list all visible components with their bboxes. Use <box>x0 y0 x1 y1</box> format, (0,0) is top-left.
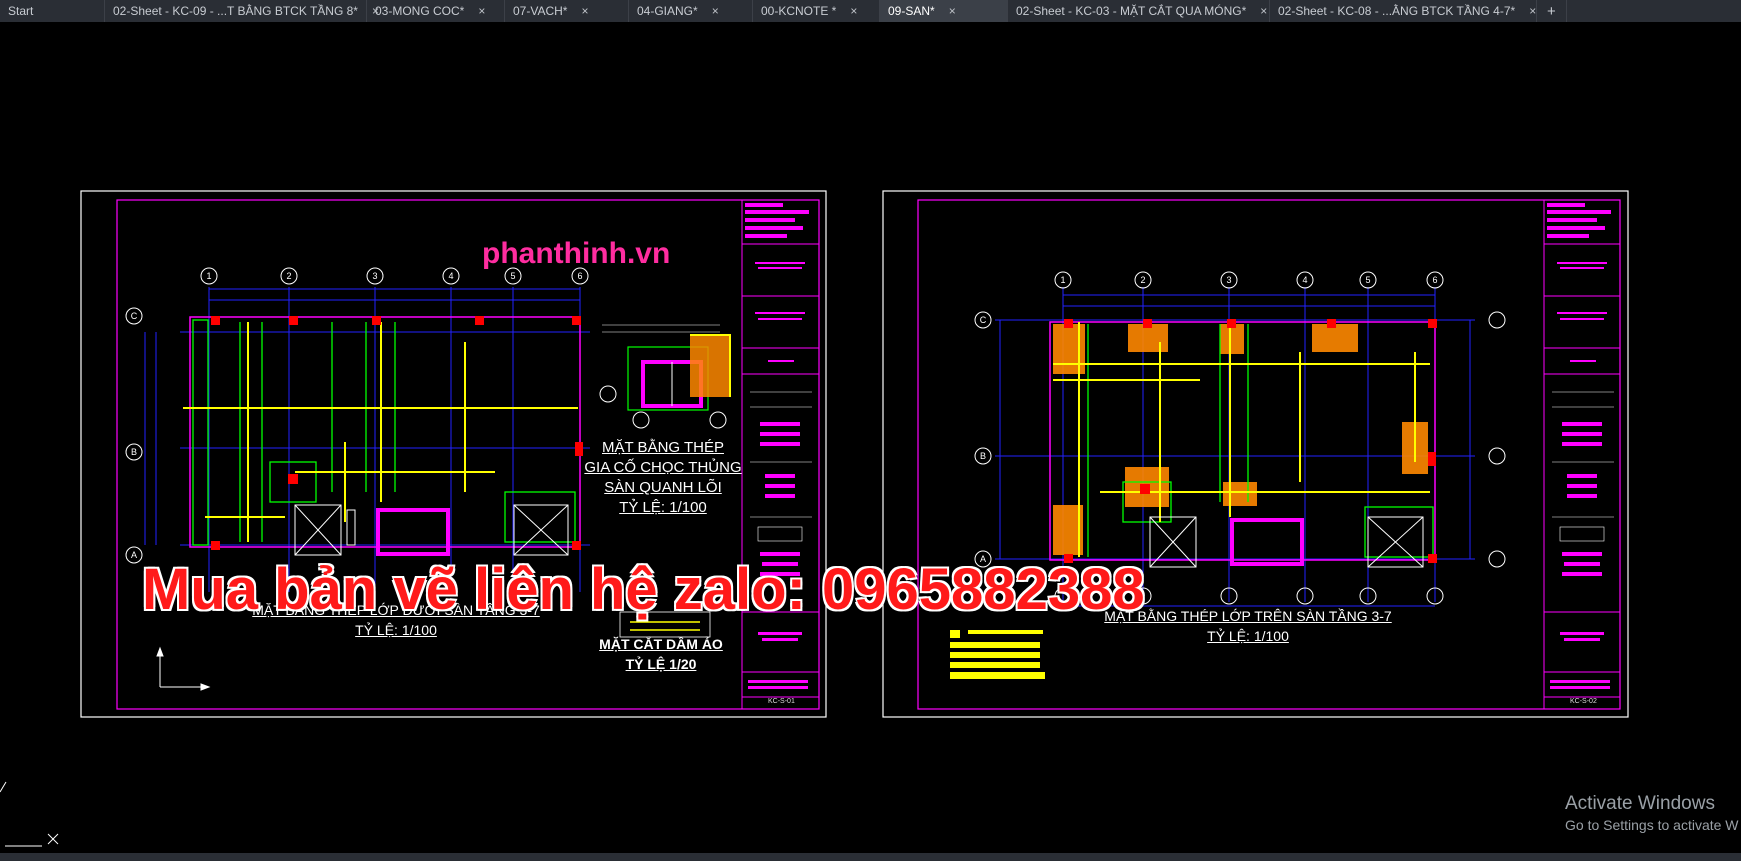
grid-label: B <box>980 451 986 461</box>
sheet-2-walls <box>1087 324 1434 558</box>
grid-label: 2 <box>1140 275 1145 285</box>
title-line: TỶ LỆ: 1/100 <box>619 499 707 516</box>
sheet-1-grid-bubbles <box>125 267 727 564</box>
grid-label: 5 <box>1365 275 1370 285</box>
tab-label: 02-Sheet - KC-09 - ...T BẰNG BTCK TẦNG 8… <box>113 4 358 18</box>
title-line: GIA CỐ CHỌC THỦNG <box>584 459 742 476</box>
tab-label: Start <box>8 4 34 18</box>
sheet-1-title-block <box>741 200 819 709</box>
tab-label: 02-Sheet - KC-03 - MẶT CẮT QUA MÓNG* <box>1016 4 1247 18</box>
tab-label: 09-SAN* <box>888 4 935 18</box>
sheet-2-legend-blocks <box>950 630 1045 679</box>
grid-label: 5 <box>510 271 515 281</box>
title-line: TỶ LỆ: 1/100 <box>355 622 437 638</box>
drawing-canvas[interactable]: 1 2 3 4 5 6 C B A 1 2 3 4 5 6 C B A MẶT … <box>0 22 1741 853</box>
tab-label: 07-VACH* <box>513 4 568 18</box>
cad-drawing: 1 2 3 4 5 6 C B A 1 2 3 4 5 6 C B A <box>0 190 1629 847</box>
close-icon[interactable]: × <box>850 4 857 18</box>
document-tab-bar: Start 02-Sheet - KC-09 - ...T BẰNG BTCK … <box>0 0 1741 22</box>
close-icon[interactable]: × <box>712 4 719 18</box>
sheet-1-axis-indicator <box>156 646 211 691</box>
tab-label: 02-Sheet - KC-08 - ...ẰNG BTCK TẦNG 4-7* <box>1278 4 1516 18</box>
sheet-2-code: KC-S-02 <box>1570 698 1597 705</box>
grid-label: 6 <box>1432 275 1437 285</box>
tab-kcnote[interactable]: 00-KCNOTE * × <box>753 0 880 22</box>
grid-label: C <box>980 315 987 325</box>
activate-windows-title: Activate Windows <box>1565 793 1715 814</box>
close-icon[interactable]: × <box>1260 4 1267 18</box>
watermark-site: phanthinh.vn <box>482 237 671 270</box>
sheet-1-section-title: MẶT CẮT DẦM ẢO TỶ LỆ 1/20 <box>586 634 736 674</box>
close-icon[interactable]: × <box>949 4 956 18</box>
grid-label: 1 <box>206 271 211 281</box>
sheet-1-detail-title: MẶT BẰNG THÉP GIA CỐ CHỌC THỦNG SÀN QUAN… <box>578 438 748 518</box>
tab-mong-coc[interactable]: 03-MONG COC* × <box>367 0 505 22</box>
sheet-2-title-block <box>1543 200 1620 709</box>
title-line: TỶ LỆ 1/20 <box>625 656 697 672</box>
grid-label: C <box>131 311 138 321</box>
grid-label: 3 <box>1226 275 1231 285</box>
grid-label: A <box>131 550 137 560</box>
close-icon[interactable]: × <box>478 4 485 18</box>
ucs-icon <box>0 781 59 847</box>
title-line: MẶT BẰNG THÉP <box>602 439 724 456</box>
sheet-1-grid-labels: 1 2 3 4 5 6 C B A <box>131 271 583 560</box>
close-icon[interactable]: × <box>581 4 588 18</box>
activate-windows-subtitle: Go to Settings to activate W <box>1565 817 1739 833</box>
tab-label: 00-KCNOTE * <box>761 4 837 18</box>
new-tab-button[interactable]: + <box>1537 0 1567 22</box>
grid-label: 6 <box>577 271 582 281</box>
tab-vach[interactable]: 07-VACH* × <box>505 0 629 22</box>
grid-label: 4 <box>1302 275 1307 285</box>
tab-san[interactable]: 09-SAN* × <box>880 0 1008 22</box>
sheet-2-core-wall <box>1230 518 1304 566</box>
sheet-2-columns <box>1064 319 1437 563</box>
grid-label: 3 <box>372 271 377 281</box>
title-line: TỶ LỆ: 1/100 <box>1207 628 1289 644</box>
tab-kc09[interactable]: 02-Sheet - KC-09 - ...T BẰNG BTCK TẦNG 8… <box>105 0 379 22</box>
title-line: SÀN QUANH LÕI <box>604 479 722 496</box>
tab-kc03[interactable]: 02-Sheet - KC-03 - MẶT CẮT QUA MÓNG* × <box>1008 0 1270 22</box>
sheet-1-detail <box>602 324 731 411</box>
sheet-1-columns <box>211 316 583 550</box>
tab-giang[interactable]: 04-GIANG* × <box>629 0 753 22</box>
sheet-2-slab-outline <box>1049 321 1436 561</box>
sheet-2-grid-labels: 1 2 3 4 5 6 C B A <box>980 275 1438 564</box>
grid-label: 1 <box>1060 275 1065 285</box>
tab-kc08[interactable]: 02-Sheet - KC-08 - ...ẰNG BTCK TẦNG 4-7*… <box>1270 0 1537 22</box>
tab-label: 03-MONG COC* <box>375 4 465 18</box>
close-icon[interactable]: × <box>1529 4 1536 18</box>
grid-label: 4 <box>448 271 453 281</box>
grid-label: B <box>131 447 137 457</box>
title-line: MẶT CẮT DẦM ẢO <box>599 636 723 652</box>
tab-start[interactable]: Start <box>0 0 105 22</box>
watermark-contact: Mua bản vẽ liên hệ zalo: 0965882388 <box>142 557 1145 622</box>
sheet-1-code: KC-S-01 <box>768 698 795 705</box>
grid-label: 2 <box>286 271 291 281</box>
status-bar <box>0 853 1741 861</box>
tab-label: 04-GIANG* <box>637 4 698 18</box>
